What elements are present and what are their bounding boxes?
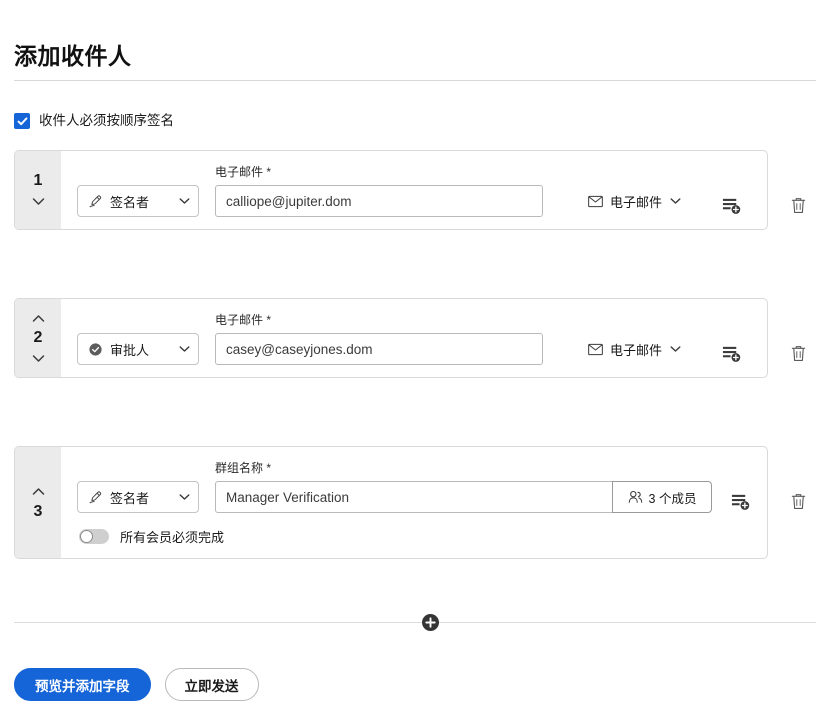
recipient-delivery-select-1[interactable]: 电子邮件 <box>588 185 681 217</box>
required-marker: * <box>266 461 272 475</box>
move-down-icon[interactable] <box>29 350 47 366</box>
group-members-button[interactable]: 3 个成员 <box>612 481 712 513</box>
recipient-groupname-group-3: 群组名称 * Manager Verification 3 个成员 <box>215 461 712 513</box>
sequential-signing-label: 收件人必须按顺序签名 <box>39 113 174 128</box>
sequential-signing-row[interactable]: 收件人必须按顺序签名 <box>14 111 174 131</box>
recipient-email-group-1: 电子邮件 * <box>215 165 543 217</box>
recipient-delivery-label-1: 电子邮件 <box>609 194 662 210</box>
recipient-email-label-1: 电子邮件 * <box>215 165 543 180</box>
recipient-order-rail-1: 1 <box>15 151 61 229</box>
move-down-icon[interactable] <box>29 193 47 209</box>
members-icon <box>628 490 643 505</box>
envelope-icon <box>588 342 603 357</box>
check-circle-icon <box>88 342 103 357</box>
recipient-number-1: 1 <box>33 172 43 189</box>
group-members-label: 3 个成员 <box>648 491 697 506</box>
recipient-number-2: 2 <box>33 329 43 346</box>
pen-icon <box>88 490 103 505</box>
field-label-text: 电子邮件 <box>215 313 264 327</box>
recipient-role-select-1[interactable]: 签名者 <box>77 185 199 217</box>
add-recipient-divider <box>14 622 816 623</box>
recipient-order-rail-2: 2 <box>15 299 61 377</box>
pen-icon <box>88 194 103 209</box>
add-form-fields-icon[interactable] <box>719 341 743 365</box>
recipient-order-rail-3: 3 <box>15 447 61 558</box>
delete-recipient-1-button[interactable] <box>786 193 810 217</box>
required-marker: * <box>266 165 272 179</box>
add-recipient-button[interactable] <box>422 614 439 631</box>
chevron-down-icon <box>178 343 190 355</box>
move-up-icon[interactable] <box>29 310 47 326</box>
all-members-must-complete-label: 所有会员必须完成 <box>120 530 225 545</box>
recipient-card-3: 3 签名者 群组名称 * Manager Verification 3 个成员 … <box>14 446 768 559</box>
recipient-card-2: 2 审批人 电子邮件 * casey@caseyjones.dom 电子邮件 <box>14 298 768 378</box>
chevron-down-icon <box>178 491 190 503</box>
recipient-card-1: 1 签名者 电子邮件 * calliope@jupiter.dom 电子邮件 <box>14 150 768 230</box>
delete-recipient-2-button[interactable] <box>786 341 810 365</box>
footer-actions: 预览并添加字段 立即发送 <box>14 668 259 701</box>
field-label-text: 电子邮件 <box>215 165 264 179</box>
chevron-down-icon <box>669 195 681 207</box>
envelope-icon <box>588 194 603 209</box>
title-divider <box>14 80 816 81</box>
add-form-fields-icon[interactable] <box>719 193 743 217</box>
send-now-button[interactable]: 立即发送 <box>164 668 259 701</box>
chevron-down-icon <box>178 195 190 207</box>
required-marker: * <box>266 313 272 327</box>
recipient-body-2: 审批人 电子邮件 * casey@caseyjones.dom 电子邮件 <box>61 299 767 377</box>
preview-and-add-fields-button[interactable]: 预览并添加字段 <box>14 668 151 701</box>
recipient-body-1: 签名者 电子邮件 * calliope@jupiter.dom 电子邮件 <box>61 151 767 229</box>
recipient-email-label-2: 电子邮件 * <box>215 313 543 328</box>
recipient-groupname-input-3[interactable] <box>215 481 613 513</box>
delete-recipient-3-button[interactable] <box>786 489 810 513</box>
recipient-role-label-3: 签名者 <box>110 490 150 506</box>
all-members-must-complete-row[interactable]: 所有会员必须完成 <box>79 527 764 546</box>
sequential-signing-checkbox[interactable] <box>14 113 30 129</box>
recipient-role-select-2[interactable]: 审批人 <box>77 333 199 365</box>
recipient-role-select-3[interactable]: 签名者 <box>77 481 199 513</box>
recipient-role-label-2: 审批人 <box>110 342 150 358</box>
add-recipients-page: 添加收件人 收件人必须按顺序签名 1 签名者 电子邮件 * calliope@j… <box>0 0 829 719</box>
recipient-number-3: 3 <box>33 502 43 520</box>
recipient-role-label-1: 签名者 <box>110 194 150 210</box>
toggle-knob <box>80 530 93 543</box>
recipient-body-3: 签名者 群组名称 * Manager Verification 3 个成员 所有… <box>61 447 767 558</box>
page-title: 添加收件人 <box>14 43 132 69</box>
chevron-down-icon <box>669 343 681 355</box>
recipient-email-input-1[interactable] <box>215 185 543 217</box>
add-form-fields-icon[interactable] <box>728 489 752 513</box>
recipient-delivery-label-2: 电子邮件 <box>609 342 662 358</box>
recipient-groupname-label-3: 群组名称 * <box>215 461 712 476</box>
recipient-delivery-select-2[interactable]: 电子邮件 <box>588 333 681 365</box>
field-label-text: 群组名称 <box>215 461 264 475</box>
all-members-must-complete-toggle[interactable] <box>79 529 109 544</box>
recipient-email-input-2[interactable] <box>215 333 543 365</box>
recipient-email-group-2: 电子邮件 * <box>215 313 543 365</box>
groupname-input-wrap: 3 个成员 <box>215 481 712 513</box>
move-up-icon[interactable] <box>29 484 47 500</box>
